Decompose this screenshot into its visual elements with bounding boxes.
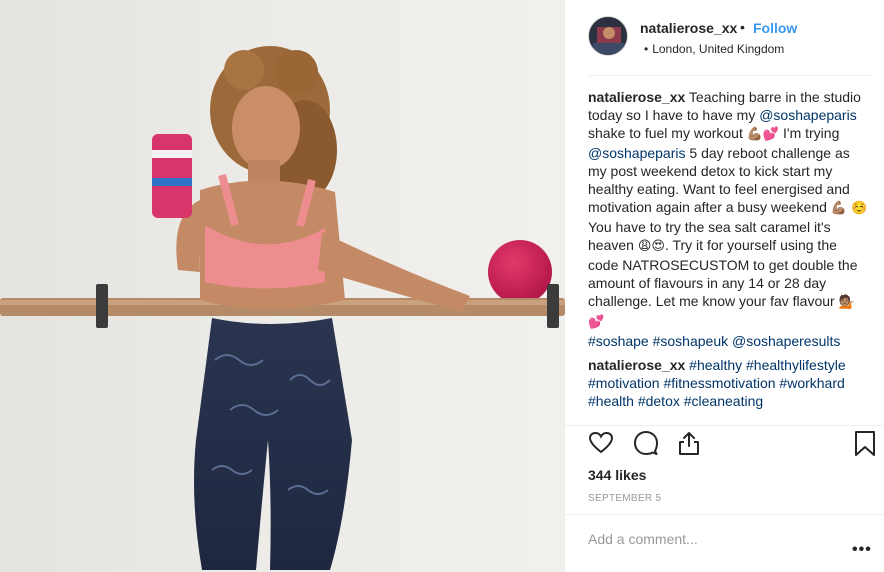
- post-date[interactable]: SEPTEMBER 5: [588, 493, 661, 504]
- mention-link[interactable]: @soshapeparis: [588, 145, 686, 161]
- shaker-bottle: [152, 134, 192, 218]
- post-username[interactable]: natalierose_xx: [640, 20, 737, 36]
- mention-link[interactable]: @soshapeparis: [759, 107, 857, 123]
- bookmark-icon[interactable]: [852, 430, 878, 456]
- post-photo[interactable]: [0, 0, 565, 572]
- emoji-icon: 😩😍: [637, 239, 665, 254]
- caption-text: shake to fuel my workout: [588, 125, 747, 141]
- emoji-icon: 💪🏽💕: [746, 127, 780, 142]
- post-details-panel: natalierose_xx • Follow • London, United …: [565, 0, 884, 572]
- comments-list: natalierose_xx Teaching barre in the stu…: [588, 88, 870, 416]
- comment: natalierose_xx #healthy #healthylifestyl…: [588, 356, 870, 410]
- follow-button[interactable]: Follow: [753, 20, 797, 36]
- avatar[interactable]: [588, 16, 628, 56]
- comment-bubble-icon[interactable]: [633, 430, 659, 456]
- comment-divider: [565, 514, 884, 515]
- header-divider: [588, 75, 874, 76]
- actions-divider: [565, 425, 884, 426]
- header-separator: •: [740, 19, 745, 35]
- comment-input[interactable]: [588, 529, 828, 549]
- post-header: natalierose_xx • Follow • London, United …: [565, 0, 884, 75]
- like-count[interactable]: 344 likes: [588, 467, 646, 483]
- caption: natalierose_xx Teaching barre in the stu…: [588, 88, 870, 350]
- post-location[interactable]: • London, United Kingdom: [644, 42, 784, 56]
- exercise-ball: [488, 240, 552, 304]
- leggings: [194, 318, 352, 570]
- barre-bracket-right: [547, 284, 559, 328]
- photo-illustration: [0, 46, 565, 570]
- barre-bracket-left: [96, 284, 108, 328]
- hashtag-links[interactable]: #soshape #soshapeuk @soshaperesults: [588, 333, 840, 349]
- comment-username[interactable]: natalierose_xx: [588, 357, 685, 373]
- emoji-icon: 💪🏽 ☺️: [830, 201, 868, 216]
- action-bar: [588, 430, 878, 460]
- caption-username[interactable]: natalierose_xx: [588, 89, 685, 105]
- heart-icon[interactable]: [588, 430, 614, 456]
- more-options-icon[interactable]: •••: [852, 541, 872, 559]
- location-text: London, United Kingdom: [652, 42, 785, 56]
- share-icon[interactable]: [676, 430, 702, 456]
- caption-text: I'm trying: [779, 125, 840, 141]
- location-bullet: •: [644, 42, 649, 56]
